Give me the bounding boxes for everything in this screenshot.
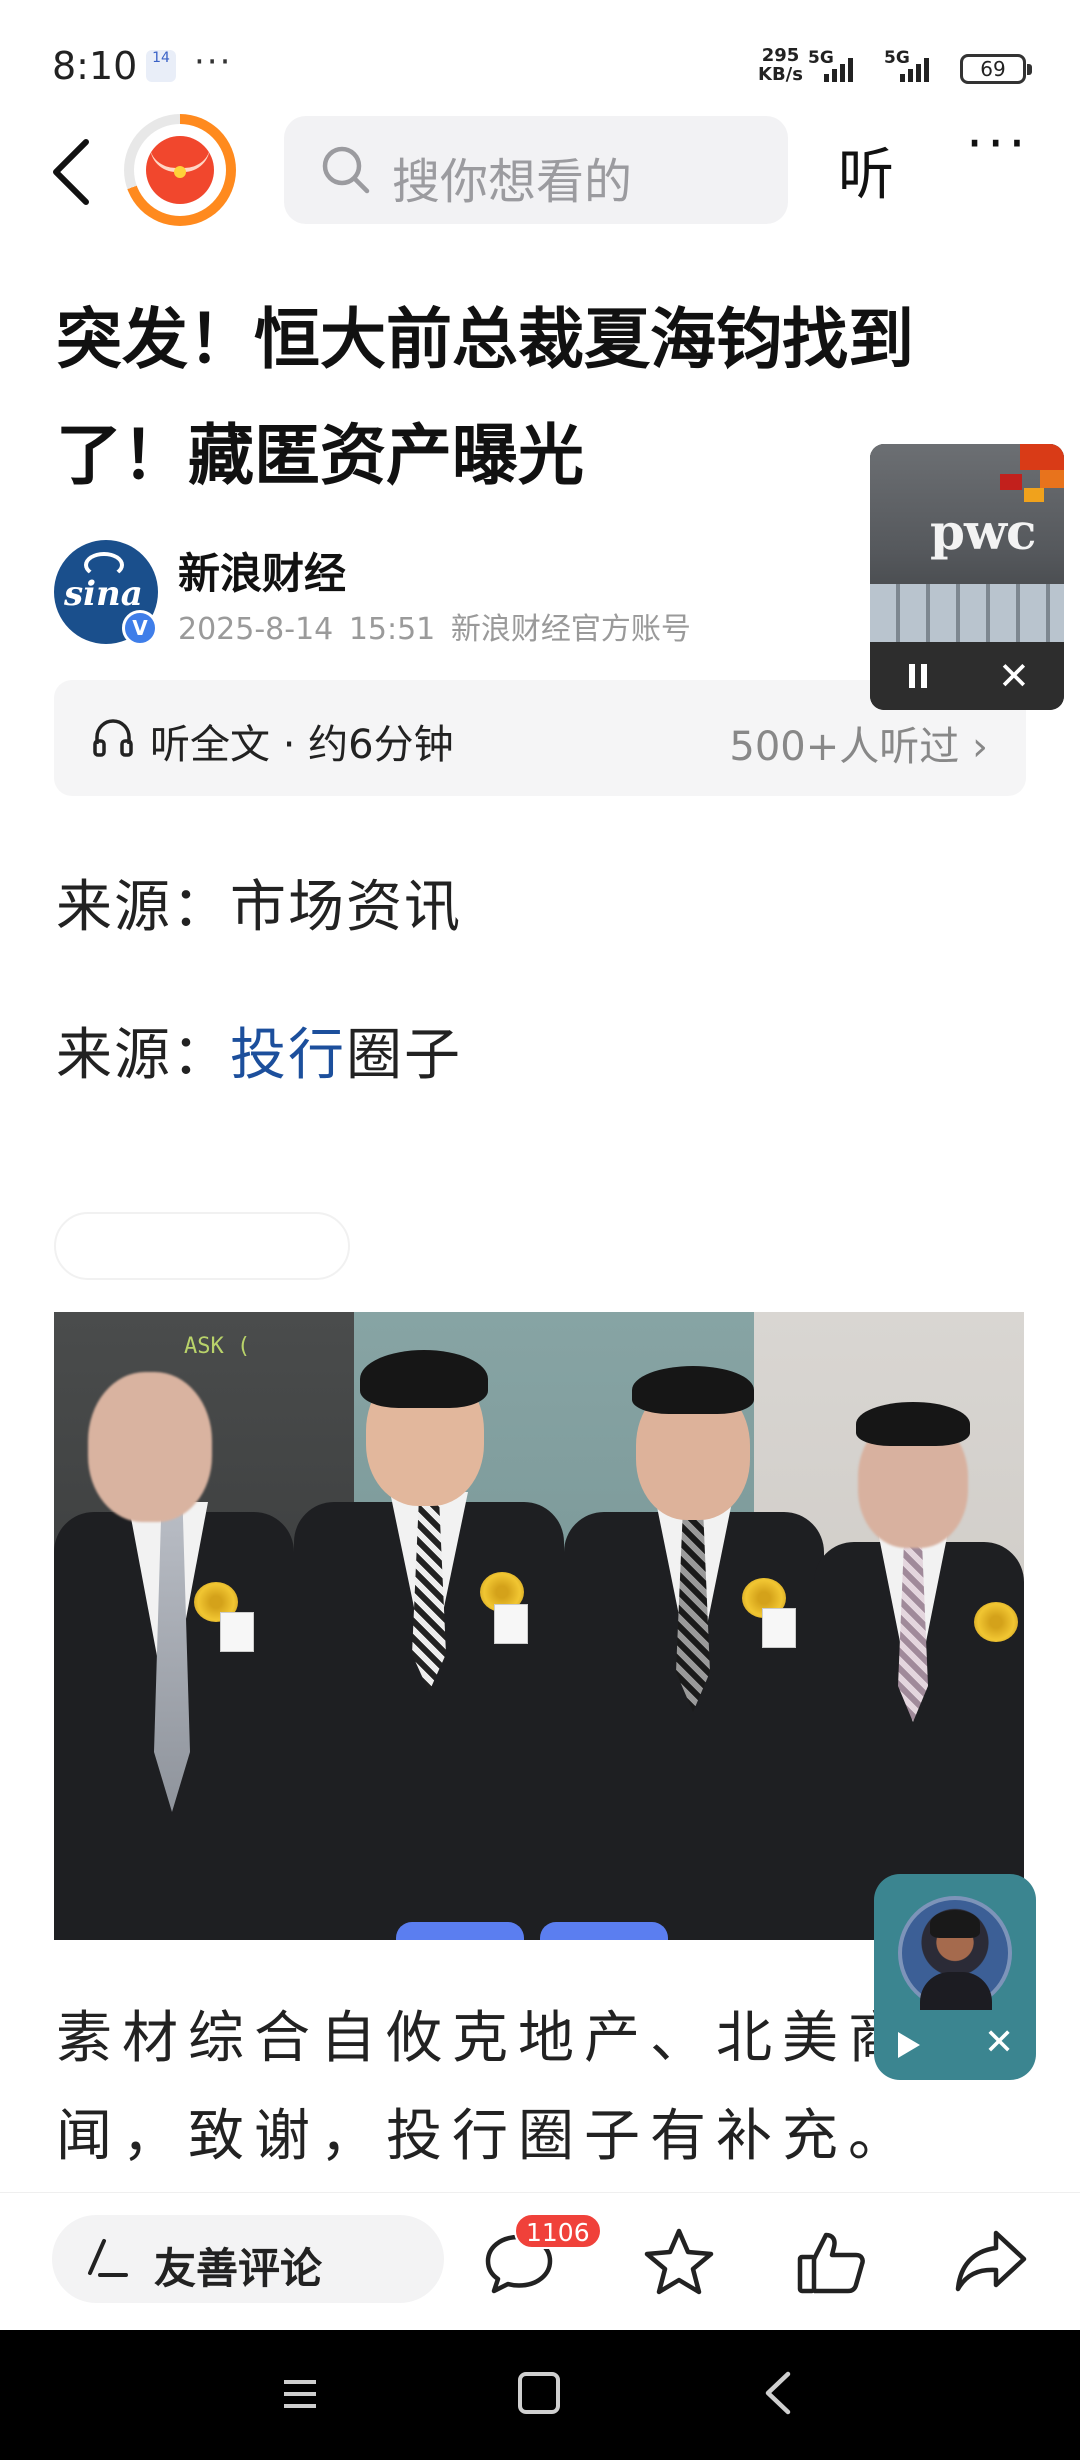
bottom-action-bar: 友善评论 1106 xyxy=(0,2192,1080,2330)
search-icon xyxy=(322,146,370,194)
status-bar: 8:10 14 ··· 295 KB/s 5G 5G 69 xyxy=(0,0,1080,120)
status-time: 8:10 xyxy=(52,44,138,88)
thumbs-up-icon[interactable] xyxy=(792,2223,870,2301)
back-button[interactable] xyxy=(44,132,104,212)
pen-icon xyxy=(88,2239,128,2277)
red-packet-icon xyxy=(146,136,214,204)
listen-full-label: 听全文 · 约6分钟 xyxy=(150,722,454,768)
close-video-icon[interactable]: ✕ xyxy=(998,654,1030,698)
source-line-1: 来源：市场资讯 xyxy=(56,862,462,943)
article-photo[interactable]: ASK ( xyxy=(54,1312,1024,1940)
source-link[interactable]: 投行 xyxy=(230,1023,346,1088)
verified-icon: V xyxy=(122,610,158,646)
source-prefix-2: 来源： xyxy=(56,1023,230,1088)
person-1 xyxy=(54,1352,294,1940)
share-icon[interactable] xyxy=(952,2223,1030,2301)
star-icon[interactable] xyxy=(640,2223,718,2301)
play-icon[interactable] xyxy=(898,2032,920,2058)
pwc-logo-text: pwc xyxy=(930,502,1036,561)
calendar-icon: 14 xyxy=(146,50,176,82)
publish-date: 2025-8-14 xyxy=(178,612,334,647)
person-2 xyxy=(294,1332,564,1940)
home-icon[interactable] xyxy=(518,2372,560,2414)
person-4 xyxy=(814,1392,1024,1940)
sina-logo-text: sina xyxy=(64,574,143,614)
video-thumbnail: pwc xyxy=(870,444,1064,642)
network-speed-unit: KB/s xyxy=(758,64,803,85)
placeholder-pill xyxy=(54,1212,350,1280)
chevron-right-icon: › xyxy=(972,724,988,770)
battery-icon: 69 xyxy=(960,54,1032,84)
source-value: 市场资讯 xyxy=(230,875,462,940)
signal-icon-2: 5G xyxy=(884,48,954,84)
ai-avatar-widget[interactable]: ✕ xyxy=(874,1874,1036,2080)
author-meta: 2025-8-14 15:51 新浪财经官方账号 xyxy=(178,604,691,648)
listen-count: 500+人听过 › xyxy=(729,714,988,772)
close-widget-icon[interactable]: ✕ xyxy=(984,2022,1014,2063)
headphones-icon xyxy=(93,719,133,757)
source-rest: 圈子 xyxy=(346,1023,462,1088)
article-body-text: 素材综合自攸克地产、北美商闻，致谢，投行圈子有补充。 xyxy=(56,2006,914,2169)
system-navigation-bar xyxy=(0,2330,1080,2460)
comment-label: 友善评论 xyxy=(154,2244,323,2293)
red-packet-button[interactable] xyxy=(124,114,236,226)
pause-icon[interactable] xyxy=(906,664,930,688)
author-name[interactable]: 新浪财经 xyxy=(178,540,346,601)
author-account: 新浪财经官方账号 xyxy=(450,612,691,647)
person-3 xyxy=(564,1342,824,1940)
more-notifications-icon: ··· xyxy=(194,42,233,82)
source-prefix: 来源： xyxy=(56,875,230,940)
network-speed: 295 KB/s xyxy=(758,46,803,84)
listen-count-text: 500+人听过 xyxy=(729,724,960,770)
more-options-button[interactable]: ··· xyxy=(966,112,1030,175)
recent-apps-icon[interactable] xyxy=(280,2374,320,2414)
source-line-2: 来源：投行圈子 xyxy=(56,1010,462,1091)
search-placeholder: 搜你想看的 xyxy=(392,154,633,210)
network-speed-value: 295 xyxy=(761,45,800,66)
system-back-icon[interactable] xyxy=(758,2368,798,2418)
search-input[interactable]: 搜你想看的 xyxy=(284,116,788,224)
comment-input[interactable]: 友善评论 xyxy=(52,2215,444,2303)
publish-time: 15:51 xyxy=(348,612,436,647)
back-arrow-icon xyxy=(53,139,89,205)
signal-icon: 5G xyxy=(808,48,870,84)
ai-avatar xyxy=(898,1896,1012,2010)
floating-video-player[interactable]: pwc ✕ xyxy=(870,444,1064,710)
comment-count-badge: 1106 xyxy=(514,2213,602,2249)
listen-button[interactable]: 听 xyxy=(838,130,894,211)
